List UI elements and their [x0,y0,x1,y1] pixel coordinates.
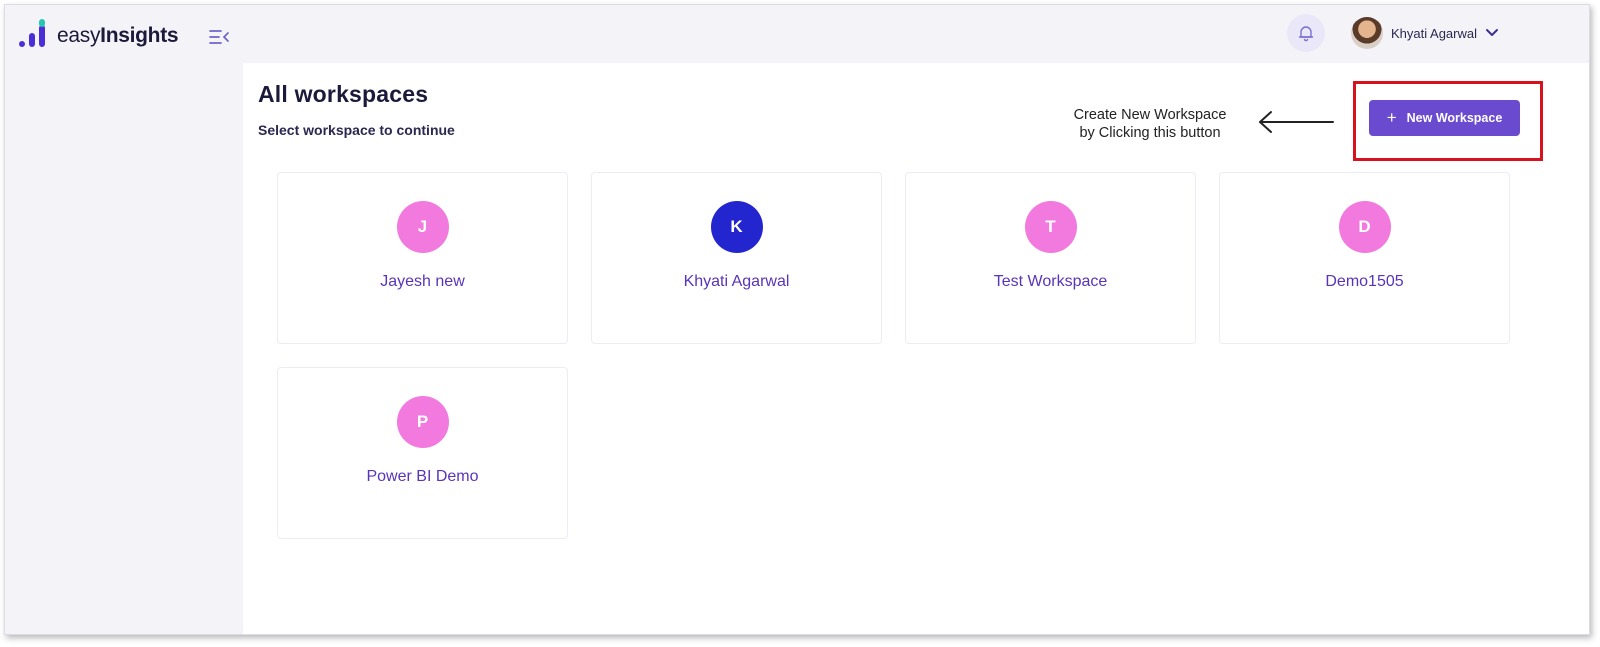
logo-text: easyInsights [57,24,179,47]
workspace-card[interactable]: J Jayesh new [277,172,568,344]
workspace-card[interactable]: T Test Workspace [905,172,1196,344]
sidebar: easyInsights [5,5,243,634]
workspace-card[interactable]: K Khyati Agarwal [591,172,882,344]
logo-icon [19,19,49,47]
workspace-card[interactable]: P Power BI Demo [277,367,568,539]
workspace-name: Demo1505 [1325,273,1404,290]
annotation-text: Create New Workspace by Clicking this bu… [1055,106,1245,142]
main-content: All workspaces Select workspace to conti… [243,63,1589,634]
user-name: Khyati Agarwal [1391,25,1477,41]
notification-button[interactable] [1287,14,1325,52]
workspace-name: Power BI Demo [366,468,479,485]
top-bar: Khyati Agarwal [243,5,1589,63]
new-workspace-label: New Workspace [1406,111,1503,125]
page-title: All workspaces [258,81,429,107]
workspace-name: Jayesh new [380,273,465,290]
app-window: easyInsights Khyati Agarwal All workspac… [4,4,1590,635]
annotation-line-2: by Clicking this button [1079,125,1221,141]
workspace-avatar: J [396,201,449,253]
workspace-avatar: D [1338,201,1391,253]
new-workspace-button[interactable]: + New Workspace [1369,100,1520,136]
bell-icon [1298,26,1314,42]
brand-bold: Insights [100,24,179,47]
chevron-down-icon [1486,29,1498,36]
menu-collapse-icon[interactable] [208,27,230,47]
arrow-left-icon [1259,111,1334,133]
logo[interactable]: easyInsights [19,19,179,47]
workspace-card[interactable]: D Demo1505 [1219,172,1510,344]
workspace-grid: J Jayesh new K Khyati Agarwal T Test Workspac… [277,172,1510,539]
brand-light: easy [57,24,101,47]
annotation-line-1: Create New Workspace [1073,107,1227,123]
page-subtitle: Select workspace to continue [258,122,455,138]
workspace-name: Test Workspace [993,273,1108,290]
plus-icon: + [1386,108,1397,127]
workspace-avatar: K [710,201,763,253]
user-menu[interactable]: Khyati Agarwal [1351,17,1499,49]
workspace-avatar: T [1024,201,1077,253]
avatar [1351,17,1383,49]
workspace-avatar: P [396,396,449,448]
workspace-name: Khyati Agarwal [683,273,790,290]
